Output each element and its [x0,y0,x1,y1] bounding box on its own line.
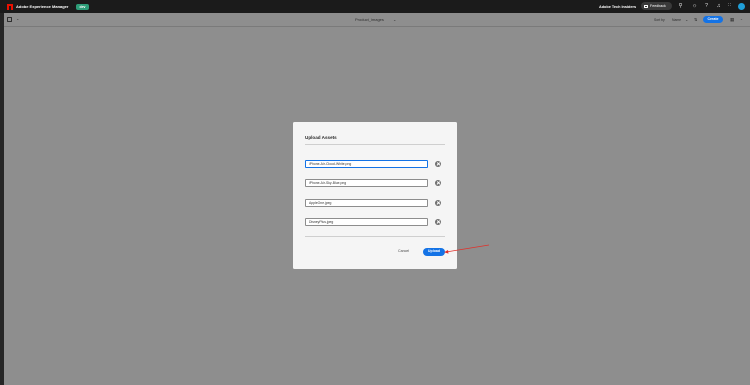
help-icon[interactable]: ? [703,3,710,10]
left-rail-edge [0,13,4,385]
search-icon[interactable]: ⚲ [677,3,684,10]
adobe-logo-icon [7,3,13,10]
view-chevron-down-icon[interactable]: ⌄ [740,17,743,21]
user-avatar[interactable] [738,3,745,10]
whats-new-icon[interactable]: ☼ [691,3,698,10]
action-bar: ⌄ Product_images ⌄ Sort by Name ⌄ ⇅ Crea… [4,13,750,27]
environment-badge: dev [76,3,89,10]
sort-label: Sort by [654,17,665,22]
notifications-bell-icon[interactable]: ♫ [715,3,722,10]
folder-title: Product_images [355,17,384,22]
global-header: Adobe Experience Manager dev Adobe Tech … [0,0,750,13]
file-name-field[interactable]: iPhone-Air-Cloud-White.png [305,160,428,168]
file-row: iPhone-Air-Cloud-White.png [305,160,447,168]
chevron-down-icon[interactable]: ⌄ [16,16,19,21]
remove-file-icon[interactable] [435,160,441,167]
sort-chevron-down-icon[interactable]: ⌄ [685,17,688,22]
org-switcher[interactable]: Adobe Tech Insiders [599,5,636,9]
upload-button[interactable]: Upload [423,248,445,256]
divider [305,236,445,237]
file-name-field[interactable]: AppleOne.jpeg [305,199,428,207]
divider [305,144,445,145]
sort-direction-icon[interactable]: ⇅ [694,17,697,22]
rail-toggle-icon[interactable] [7,17,12,22]
file-name-field[interactable]: iPhone-Air-Sky-Blue.png [305,179,428,187]
feedback-label: Feedback [650,4,666,8]
folder-chevron-down-icon[interactable]: ⌄ [393,17,396,22]
cancel-button[interactable]: Cancel [398,249,409,253]
file-row: iPhone-Air-Sky-Blue.png [305,179,447,187]
remove-file-icon[interactable] [435,179,441,186]
feedback-button[interactable]: Feedback [641,2,672,10]
create-button[interactable]: Create [703,16,723,23]
feedback-icon [644,4,648,8]
view-switcher-grid-icon[interactable]: ▦ [730,17,734,23]
app-title: Adobe Experience Manager [16,4,69,9]
file-row: DisneyPlus.jpeg [305,218,447,226]
dialog-title: Upload Assets [305,135,337,140]
sort-select[interactable]: Name [672,18,681,22]
remove-file-icon[interactable] [435,218,441,225]
file-name-field[interactable]: DisneyPlus.jpeg [305,218,428,226]
app-switcher-grid-icon[interactable]: ∷ [726,3,733,10]
remove-file-icon[interactable] [435,199,441,206]
upload-assets-dialog: Upload Assets iPhone-Air-Cloud-White.png… [293,122,457,269]
file-row: AppleOne.jpeg [305,199,447,207]
